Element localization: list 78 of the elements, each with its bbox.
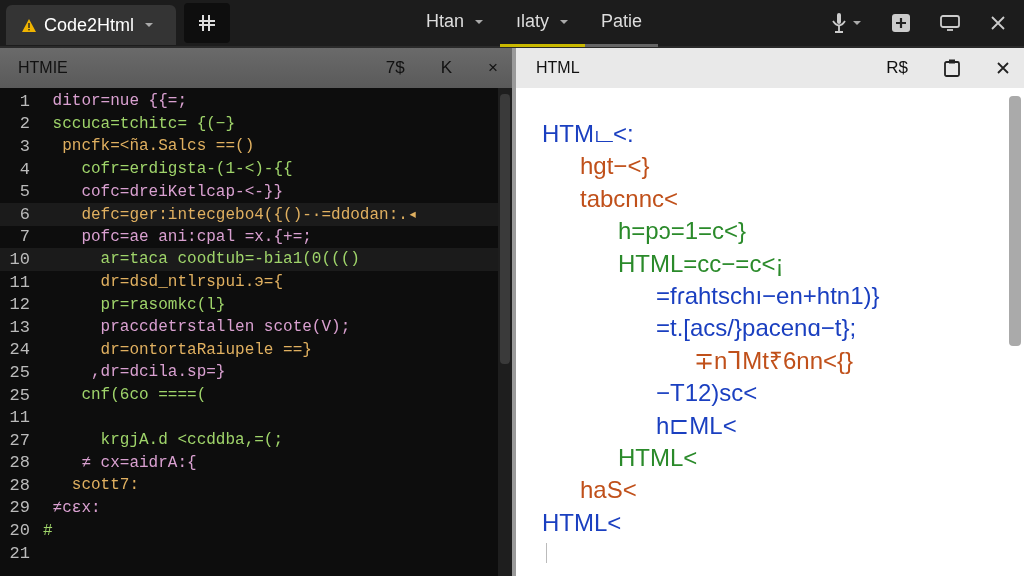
code-line: # xyxy=(43,521,53,540)
line-number: 3 xyxy=(18,137,31,156)
caret-icon xyxy=(144,22,155,28)
line-number: 13 xyxy=(8,317,31,337)
output-line: ∓nᒣMt₹6nn<{} xyxy=(693,345,855,376)
close-icon xyxy=(996,61,1010,75)
output-line: HTML=cc−=c<¡ xyxy=(617,248,785,279)
code-line: krgjA.d <ccddba,=(; xyxy=(99,431,284,450)
code-line: ≠ cx=aidrA:{ xyxy=(80,453,197,472)
line-number: 21 xyxy=(8,543,31,563)
app-tab[interactable]: Code2Html xyxy=(6,5,177,45)
output-line: haS< xyxy=(579,475,638,506)
caret-icon xyxy=(559,18,570,25)
line-number: 28 xyxy=(8,475,31,495)
microphone-icon xyxy=(832,13,846,33)
code-line: ,dr=dcila.sp=} xyxy=(90,363,226,382)
code-line: cnf(6co ====( xyxy=(80,386,207,404)
line-number: 11 xyxy=(8,408,31,428)
output-line: HTML< xyxy=(542,507,623,538)
line-number: 24 xyxy=(8,340,31,360)
code-line: dr=dsd_ntlrspui.э={ xyxy=(99,273,284,292)
grid-button[interactable] xyxy=(184,3,231,43)
scroll-thumb[interactable] xyxy=(500,94,510,364)
code-line: pr=rasomkc(l} xyxy=(99,295,226,314)
output-line: h⊏ML< xyxy=(655,410,738,441)
line-number: 4 xyxy=(18,159,31,179)
code-line: scott7: xyxy=(70,476,139,495)
output-line: =t.[acs/}pacenɑ−t}; xyxy=(655,313,858,344)
pane-title: HTMIE xyxy=(18,59,68,77)
warning-icon xyxy=(22,18,36,32)
line-number: 12 xyxy=(8,295,31,315)
line-number: 29 xyxy=(8,498,31,518)
scrollbar[interactable] xyxy=(498,88,512,576)
code-line: dr=ontortaRaiupele ==} xyxy=(99,340,312,359)
caret-icon xyxy=(474,18,485,25)
clipboard-icon xyxy=(944,59,960,77)
output-line: HTMட<: xyxy=(542,119,635,149)
code-line: ar=taca coodtub=-bia1(0((() xyxy=(99,250,360,269)
line-number: 2 xyxy=(18,114,31,134)
copy-button[interactable] xyxy=(944,59,960,77)
code-line: pofc=ae ani:cpal =x.{+=; xyxy=(80,227,312,246)
scroll-thumb[interactable] xyxy=(1009,96,1021,346)
output-line: =fɾahtschı−en+htn1)} xyxy=(655,280,881,311)
line-number: 6 xyxy=(18,204,31,224)
output-line: hgt−<} xyxy=(579,151,651,182)
code-line: defc=ger:intecgebo4({()-·=ddodan:.◂ xyxy=(80,205,418,225)
code-line: praccdetrstallen scote(V); xyxy=(99,318,351,337)
output-line: tabcnnc< xyxy=(579,183,680,214)
output-line: HTML< xyxy=(617,442,699,473)
code-line: ditor=nue {{=; xyxy=(51,92,188,111)
line-number: 20 xyxy=(8,521,31,541)
plus-square-icon xyxy=(892,14,910,32)
app-title: Code2Html xyxy=(44,14,135,36)
grid-icon xyxy=(198,14,217,32)
line-number: 5 xyxy=(18,182,31,202)
output-line: −T12)sc< xyxy=(655,378,759,409)
caret-icon xyxy=(852,20,862,26)
code-line: pncfk=<ña.Salcs ==() xyxy=(61,137,255,156)
close-button[interactable] xyxy=(996,61,1010,75)
text-cursor xyxy=(546,543,547,564)
code-line: cofr=erdigsta-(1-<)-{{ xyxy=(80,160,293,179)
line-number: 27 xyxy=(8,430,31,450)
line-number: 7 xyxy=(18,227,31,247)
line-number: 10 xyxy=(8,249,31,269)
close-icon xyxy=(990,15,1006,31)
menu-item[interactable]: Htan xyxy=(410,0,501,47)
monitor-icon xyxy=(940,15,960,31)
code-line: sccuca=tchitc= {(−} xyxy=(51,114,236,133)
code-line: ≠cɛx: xyxy=(51,499,101,517)
line-number: 11 xyxy=(8,272,31,292)
output-line: h=pɔ=1=c<} xyxy=(617,216,748,247)
header-action[interactable]: R$ xyxy=(886,58,908,78)
pane-title: HTML xyxy=(536,59,580,77)
line-number: 28 xyxy=(8,453,31,473)
code-line: cofc=dreiKetlcap-<-}} xyxy=(80,182,284,201)
line-number: 25 xyxy=(8,385,31,405)
line-number: 1 xyxy=(18,91,31,111)
line-number: 25 xyxy=(8,362,31,382)
